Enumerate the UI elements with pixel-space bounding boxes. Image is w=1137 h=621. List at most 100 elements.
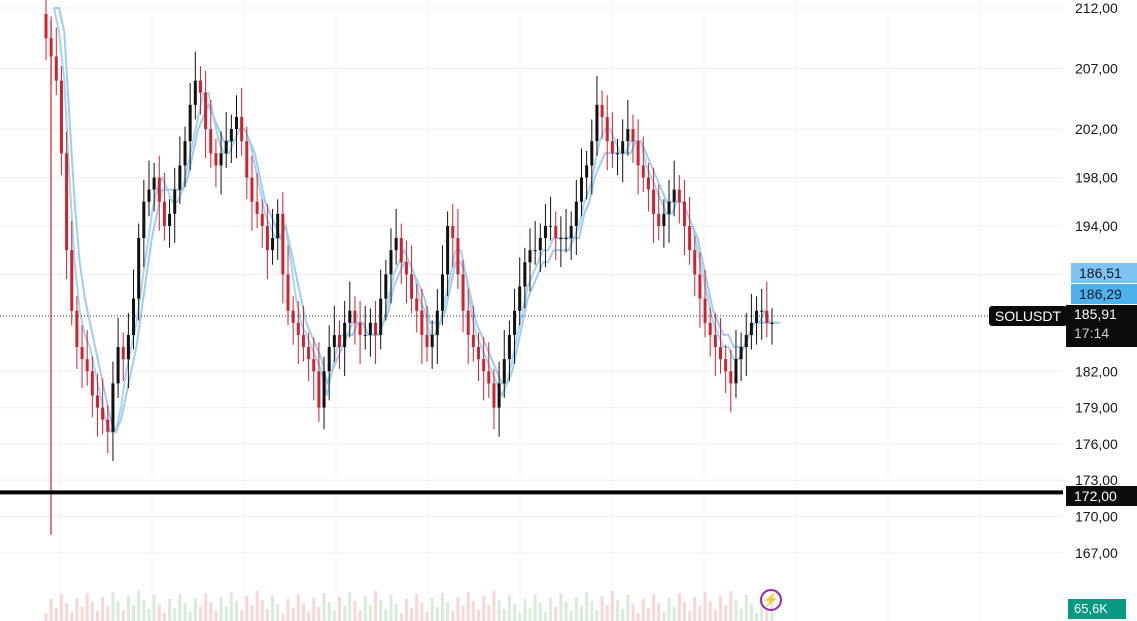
candle[interactable] xyxy=(147,160,151,217)
candle[interactable] xyxy=(610,112,614,168)
candle[interactable] xyxy=(65,131,69,280)
volume-bar xyxy=(106,606,110,621)
candle[interactable] xyxy=(240,87,244,156)
candle[interactable] xyxy=(404,240,408,304)
candle[interactable] xyxy=(755,296,759,345)
candle[interactable] xyxy=(410,245,414,314)
candle[interactable] xyxy=(482,337,486,401)
candle[interactable] xyxy=(667,179,671,243)
candle[interactable] xyxy=(677,175,681,224)
candle[interactable] xyxy=(430,320,434,369)
candle[interactable] xyxy=(688,196,692,265)
symbol-label: SOLUSDT xyxy=(988,306,1067,326)
candle[interactable] xyxy=(724,344,728,394)
last-price-tag: 185,91 17:14 xyxy=(1066,305,1137,347)
candle[interactable] xyxy=(250,155,254,231)
candle[interactable] xyxy=(121,332,125,381)
candle[interactable] xyxy=(564,209,568,253)
candlesticks[interactable] xyxy=(44,0,774,535)
candle[interactable] xyxy=(595,75,599,156)
candle[interactable] xyxy=(193,51,197,120)
candle[interactable] xyxy=(75,296,79,369)
volume-bar xyxy=(579,606,583,621)
candle[interactable] xyxy=(394,209,398,265)
candle-body xyxy=(471,334,475,348)
volume-bar xyxy=(755,613,759,621)
candle-body xyxy=(538,238,542,251)
candle[interactable] xyxy=(554,211,558,260)
volume-bar xyxy=(415,594,419,621)
candle[interactable] xyxy=(770,308,774,345)
candle[interactable] xyxy=(224,112,228,168)
candle[interactable] xyxy=(605,95,609,171)
candle[interactable] xyxy=(343,301,347,377)
candle[interactable] xyxy=(281,192,285,304)
candle[interactable] xyxy=(276,199,280,260)
volume-bar xyxy=(332,611,336,621)
candle[interactable] xyxy=(549,196,553,241)
candle[interactable] xyxy=(168,199,172,248)
candle[interactable] xyxy=(235,95,239,159)
price-chart[interactable]: 212,00207,00202,00198,00194,00190,00182,… xyxy=(0,0,1137,621)
candle[interactable] xyxy=(173,167,177,243)
candle[interactable] xyxy=(379,269,383,350)
candle[interactable] xyxy=(229,114,233,163)
candle-body xyxy=(245,141,249,178)
candle[interactable] xyxy=(636,119,640,195)
candle[interactable] xyxy=(435,288,439,364)
volume-bar xyxy=(229,592,233,621)
candle-body xyxy=(466,310,470,335)
candle[interactable] xyxy=(456,209,460,289)
candle-body xyxy=(744,334,748,348)
volume-bar xyxy=(482,596,486,621)
volume-bar xyxy=(250,605,254,621)
y-tick-label: 207,00 xyxy=(1075,61,1118,77)
candle[interactable] xyxy=(358,301,362,364)
candle[interactable] xyxy=(353,296,357,345)
candle-body xyxy=(425,334,429,348)
candle[interactable] xyxy=(204,70,208,159)
volume-bar xyxy=(744,595,748,621)
candle[interactable] xyxy=(219,131,223,195)
candle[interactable] xyxy=(399,223,403,285)
candle[interactable] xyxy=(729,349,733,413)
volume-bar xyxy=(693,597,697,621)
candle-body xyxy=(605,116,609,142)
candle[interactable] xyxy=(374,301,378,364)
candle[interactable] xyxy=(765,281,769,338)
candle[interactable] xyxy=(116,317,120,398)
candle[interactable] xyxy=(44,0,48,61)
candle[interactable] xyxy=(533,221,537,265)
candle-body xyxy=(312,359,316,372)
candle[interactable] xyxy=(713,313,717,377)
candle[interactable] xyxy=(337,320,341,369)
candle-body xyxy=(698,274,702,299)
candle[interactable] xyxy=(54,27,58,96)
candle[interactable] xyxy=(286,245,290,326)
candle[interactable] xyxy=(749,293,753,350)
candle[interactable] xyxy=(739,332,743,381)
candle[interactable] xyxy=(682,179,686,256)
candle-body xyxy=(646,177,650,190)
candle-body xyxy=(621,141,625,154)
y-tick-label: 179,00 xyxy=(1075,400,1118,416)
candle[interactable] xyxy=(569,211,573,260)
candle-body xyxy=(610,141,614,154)
candle[interactable] xyxy=(631,114,635,163)
last-price-value: 185,91 xyxy=(1074,306,1117,322)
candle[interactable] xyxy=(574,179,578,256)
candle[interactable] xyxy=(312,337,316,401)
lightning-icon[interactable]: ⚡ xyxy=(760,589,782,611)
candle[interactable] xyxy=(80,325,84,389)
candle[interactable] xyxy=(142,179,146,268)
candle[interactable] xyxy=(214,138,218,188)
candle-body xyxy=(569,225,573,239)
candle[interactable] xyxy=(559,216,563,268)
candle[interactable] xyxy=(291,296,295,345)
candle[interactable] xyxy=(111,361,115,461)
candle[interactable] xyxy=(157,155,161,231)
candle[interactable] xyxy=(734,330,738,398)
candle[interactable] xyxy=(744,313,748,377)
candle[interactable] xyxy=(543,204,547,268)
volume-bar xyxy=(281,613,285,621)
